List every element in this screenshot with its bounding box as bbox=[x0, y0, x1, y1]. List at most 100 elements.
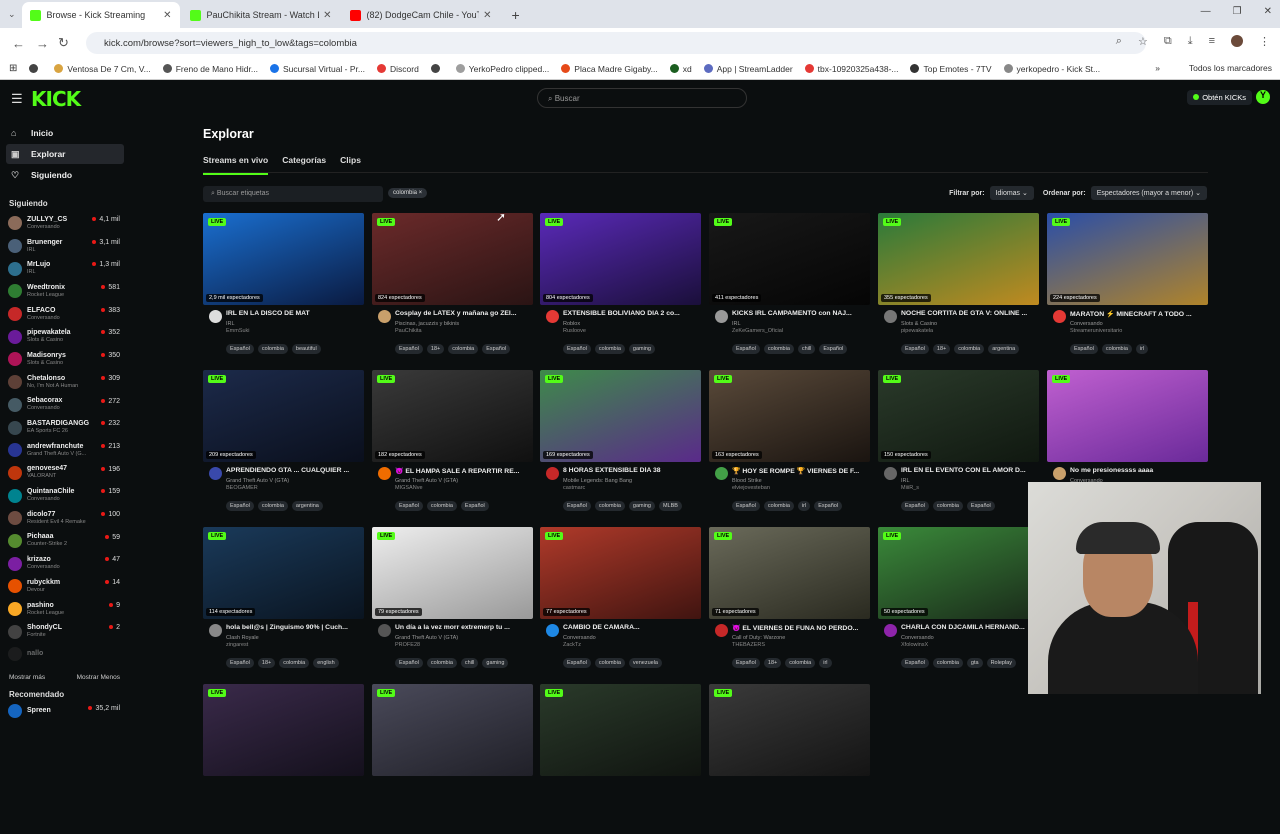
stream-card[interactable]: LIVE bbox=[372, 684, 533, 834]
channel-name[interactable]: EmmSuki bbox=[226, 328, 250, 334]
bookmark-item[interactable]: Sucursal Virtual - Pr... bbox=[269, 64, 365, 74]
channel-name[interactable]: ZeKeGamers_Oficial bbox=[732, 328, 783, 334]
stream-card[interactable]: LIVE 182 espectadores 😈 EL HAMPA SALE A RE… bbox=[372, 370, 533, 520]
stream-thumbnail[interactable]: LIVE 77 espectadores bbox=[540, 527, 701, 619]
stream-card[interactable]: LIVE 163 espectadores 🏆 HOY SE ROMPE 🏆 VIE… bbox=[709, 370, 870, 520]
stream-category[interactable]: Conversando bbox=[563, 635, 596, 641]
close-tab-icon[interactable]: ✕ bbox=[323, 10, 331, 21]
tab-search-icon[interactable]: ⌄ bbox=[8, 9, 16, 20]
stream-title[interactable]: MARATON ⚡ MINECRAFT A TODO ... bbox=[1070, 310, 1208, 318]
bookmark-item[interactable]: xd bbox=[669, 64, 692, 74]
tag-chip[interactable]: gta bbox=[966, 658, 983, 668]
stream-card[interactable]: LIVE 411 espectadores KICKS IRL CAMPAMENTO… bbox=[709, 213, 870, 363]
channel-avatar[interactable] bbox=[884, 310, 897, 323]
stream-thumbnail[interactable]: LIVE 71 espectadores bbox=[709, 527, 870, 619]
all-bookmarks-folder[interactable]: Todos los marcadores bbox=[1189, 63, 1272, 73]
tag-chip[interactable]: argentina bbox=[988, 344, 1020, 354]
followed-channel[interactable]: Weedtronix Rocket League 581 bbox=[0, 280, 130, 303]
stream-thumbnail[interactable]: LIVE 355 espectadores bbox=[878, 213, 1039, 305]
tag-chip[interactable]: Español bbox=[901, 501, 929, 511]
followed-channel[interactable]: MrLujo IRL 1,3 mil bbox=[0, 257, 130, 280]
tag-chip[interactable]: colombia bbox=[594, 658, 625, 668]
followed-channel[interactable]: QuintanaChile Conversando 159 bbox=[0, 484, 130, 507]
tag-chip[interactable]: irl bbox=[797, 501, 811, 511]
media-icon[interactable]: ≡ bbox=[1209, 35, 1215, 48]
tag-chip[interactable]: Español bbox=[1070, 344, 1098, 354]
stream-thumbnail[interactable]: LIVE 804 espectadores bbox=[540, 213, 701, 305]
stream-card[interactable]: LIVE 114 espectadores hola bell@s | Zingui… bbox=[203, 527, 364, 677]
tag-chip[interactable]: colombia bbox=[594, 344, 625, 354]
tag-chip[interactable]: 18+ bbox=[426, 344, 445, 354]
url-field[interactable]: kick.com/browse?sort=viewers_high_to_low… bbox=[86, 32, 1146, 54]
tag-chip[interactable]: Español bbox=[395, 501, 423, 511]
followed-channel[interactable]: pipewakatela Slots & Casino 352 bbox=[0, 325, 130, 348]
stream-title[interactable]: CAMBIO DE CAMARA... bbox=[563, 624, 701, 631]
close-tab-icon[interactable]: ✕ bbox=[483, 10, 491, 21]
channel-avatar[interactable] bbox=[546, 624, 559, 637]
stream-category[interactable]: Mobile Legends: Bang Bang bbox=[563, 478, 632, 484]
channel-name[interactable]: elviejovesteban bbox=[732, 485, 770, 491]
zoom-icon[interactable]: ⌕ bbox=[1116, 35, 1122, 48]
stream-card[interactable]: LIVE 209 espectadores APRENDIENDO GTA ... … bbox=[203, 370, 364, 520]
tag-chip[interactable]: gaming bbox=[628, 344, 655, 354]
sidebar-item-siguiendo[interactable]: ♡ Siguiendo bbox=[6, 165, 124, 185]
tag-chip[interactable]: colombia bbox=[257, 501, 288, 511]
channel-avatar[interactable] bbox=[1053, 467, 1066, 480]
tag-chip[interactable]: Español bbox=[563, 344, 591, 354]
tag-chip[interactable]: colombia bbox=[426, 501, 457, 511]
channel-name[interactable]: PauChikita bbox=[395, 328, 422, 334]
followed-channel[interactable]: pashino Rocket League 9 bbox=[0, 598, 130, 621]
channel-name[interactable]: pipewakatela bbox=[901, 328, 933, 334]
channel-name[interactable]: zingarest bbox=[226, 642, 248, 648]
tag-chip[interactable]: irl bbox=[1135, 344, 1149, 354]
bookmark-item[interactable]: Top Emotes - 7TV bbox=[910, 64, 992, 74]
followed-channel[interactable]: Chetalonso No, I'm Not A Human 309 bbox=[0, 371, 130, 394]
tag-chip[interactable]: Español bbox=[901, 344, 929, 354]
tag-chip[interactable]: colombia bbox=[594, 501, 625, 511]
bookmark-item[interactable]: Placa Madre Gigaby... bbox=[561, 64, 658, 74]
download-icon[interactable]: ⤓ bbox=[1188, 35, 1193, 48]
stream-title[interactable]: 🏆 HOY SE ROMPE 🏆 VIERNES DE F... bbox=[732, 467, 870, 475]
followed-channel[interactable]: ShondyCL Fortnite 2 bbox=[0, 620, 130, 643]
channel-name[interactable]: MIGSANve bbox=[395, 485, 423, 491]
tag-chip[interactable]: Español bbox=[482, 344, 511, 354]
stream-card[interactable]: LIVE bbox=[540, 684, 701, 834]
stream-title[interactable]: 8 HORAS EXTENSIBLE DÍA 38 bbox=[563, 467, 701, 474]
stream-thumbnail[interactable]: LIVE 163 espectadores bbox=[709, 370, 870, 462]
menu-icon[interactable]: ⋮ bbox=[1259, 35, 1270, 48]
tag-chip[interactable]: irl bbox=[819, 658, 832, 668]
followed-channel[interactable]: genovese47 VALORANT 196 bbox=[0, 462, 130, 485]
channel-name[interactable]: PROFE28 bbox=[395, 642, 420, 648]
stream-thumbnail[interactable]: LIVE bbox=[540, 684, 701, 776]
stream-thumbnail[interactable]: LIVE 150 espectadores bbox=[878, 370, 1039, 462]
bookmark-item[interactable] bbox=[29, 64, 42, 73]
apps-icon[interactable]: ⊞ bbox=[9, 63, 17, 74]
stream-thumbnail[interactable]: LIVE 411 espectadores bbox=[709, 213, 870, 305]
kick-logo[interactable]: KICK bbox=[31, 87, 81, 111]
minimize-icon[interactable]: — bbox=[1201, 6, 1211, 17]
tag-chip-colombia[interactable]: colombia × bbox=[388, 188, 428, 198]
stream-category[interactable]: Clash Royale bbox=[226, 635, 259, 641]
stream-title[interactable]: NOCHE CORTITA DE GTA V: ONLINE ... bbox=[901, 310, 1039, 317]
channel-avatar[interactable] bbox=[378, 624, 391, 637]
tag-chip[interactable]: 18+ bbox=[932, 344, 951, 354]
tag-chip[interactable]: MLBB bbox=[658, 501, 682, 511]
channel-avatar[interactable] bbox=[378, 310, 391, 323]
bookmark-item[interactable]: Freno de Mano Hidr... bbox=[162, 64, 258, 74]
stream-thumbnail[interactable]: LIVE 79 espectadores bbox=[372, 527, 533, 619]
tag-chip[interactable]: colombia bbox=[426, 658, 457, 668]
tag-chip[interactable]: Español bbox=[226, 344, 254, 354]
stream-category[interactable]: Grand Theft Auto V (GTA) bbox=[395, 635, 458, 641]
extensions-icon[interactable]: ⧉ bbox=[1164, 35, 1172, 48]
stream-category[interactable]: Piscinas, jacuzzis y bikinis bbox=[395, 321, 459, 327]
channel-avatar[interactable] bbox=[209, 310, 222, 323]
stream-card[interactable]: LIVE 355 espectadores NOCHE CORTITA DE GTA… bbox=[878, 213, 1039, 363]
tag-chip[interactable]: colombia bbox=[932, 501, 963, 511]
tag-chip[interactable]: colombia bbox=[932, 658, 963, 668]
channel-avatar[interactable] bbox=[209, 467, 222, 480]
stream-title[interactable]: Un día a la vez morr extremerp tu ... bbox=[395, 624, 533, 631]
channel-name[interactable]: MiiiR_s bbox=[901, 485, 919, 491]
stream-card[interactable]: LIVE 824 espectadores Cosplay de LATEX y m… bbox=[372, 213, 533, 363]
stream-card[interactable]: LIVE 50 espectadores CHARLA CON DJCAMILA H… bbox=[878, 527, 1039, 677]
tag-chip[interactable]: beautiful bbox=[291, 344, 321, 354]
